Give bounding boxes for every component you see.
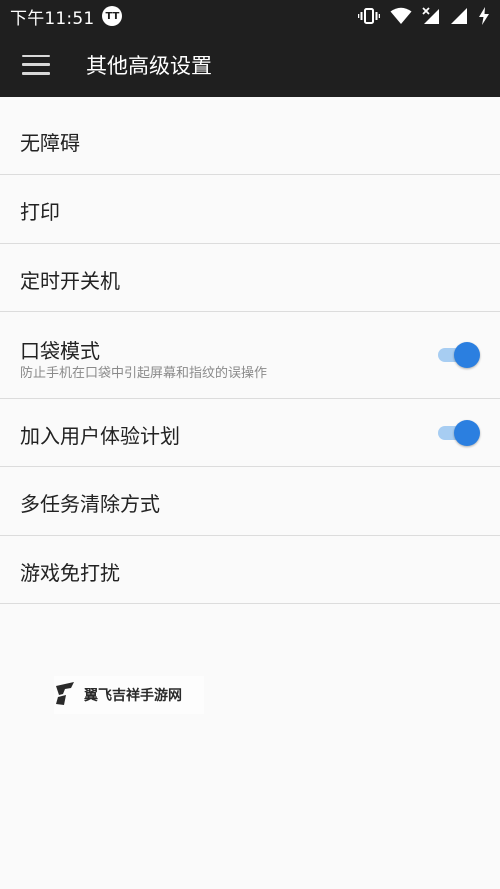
vibrate-icon: [358, 7, 380, 25]
setting-user-experience-program-label: 加入用户体验计划: [20, 424, 180, 448]
setting-game-do-not-disturb[interactable]: 游戏免打扰: [0, 536, 500, 604]
setting-pocket-mode-label: 口袋模式: [20, 339, 100, 363]
wifi-icon: [390, 7, 412, 25]
page-title: 其他高级设置: [86, 53, 212, 78]
setting-multitask-clear-mode-label: 多任务清除方式: [20, 492, 160, 516]
signal-x-icon: [422, 7, 440, 25]
status-icons: [358, 7, 490, 25]
setting-pocket-mode-description: 防止手机在口袋中引起屏幕和指纹的误操作: [20, 366, 268, 381]
user-experience-program-toggle[interactable]: [438, 420, 480, 446]
setting-print[interactable]: 打印: [0, 175, 500, 244]
menu-icon[interactable]: [22, 54, 50, 75]
watermark-logo-icon: [54, 680, 78, 710]
setting-accessibility-label: 无障碍: [20, 131, 80, 155]
watermark: 翼飞吉祥手游网: [54, 676, 204, 714]
setting-scheduled-power-label: 定时开关机: [20, 269, 120, 293]
setting-print-label: 打印: [20, 200, 60, 224]
setting-scheduled-power[interactable]: 定时开关机: [0, 244, 500, 312]
status-time: 下午11:51: [10, 8, 95, 29]
setting-pocket-mode[interactable]: 口袋模式 防止手机在口袋中引起屏幕和指纹的误操作: [0, 312, 500, 399]
pocket-mode-toggle[interactable]: [438, 342, 480, 368]
settings-list: 无障碍 打印 定时开关机 口袋模式 防止手机在口袋中引起屏幕和指纹的误操作 加入…: [0, 97, 500, 604]
watermark-text: 翼飞吉祥手游网: [84, 688, 182, 704]
setting-accessibility[interactable]: 无障碍: [0, 97, 500, 175]
charging-icon: [478, 7, 490, 25]
setting-multitask-clear-mode[interactable]: 多任务清除方式: [0, 467, 500, 536]
signal-icon: [450, 7, 468, 25]
notification-app-icon: TT: [102, 6, 123, 26]
setting-game-do-not-disturb-label: 游戏免打扰: [20, 561, 120, 585]
status-bar: 下午11:51 TT: [0, 0, 500, 32]
setting-user-experience-program[interactable]: 加入用户体验计划: [0, 399, 500, 467]
app-bar: 其他高级设置: [0, 32, 500, 97]
